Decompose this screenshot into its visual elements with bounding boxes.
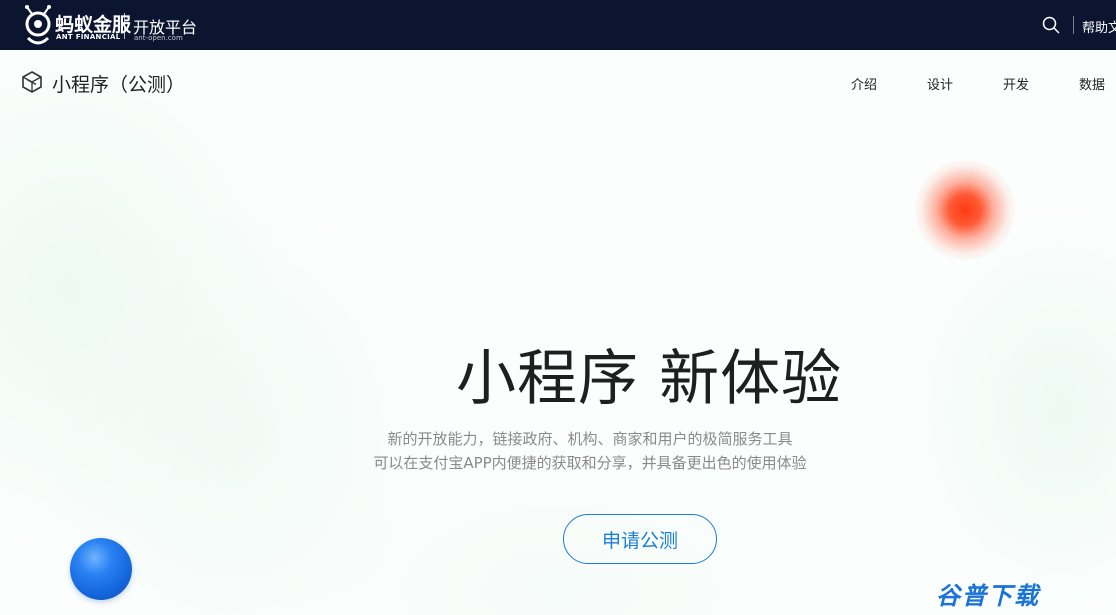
- ant-logo-icon[interactable]: [18, 4, 58, 48]
- hero-title: 小程序 新体验: [456, 344, 843, 414]
- top-navigation-bar: 蚂蚁金服 ANT FINANCIAL 开放平台 ant-open.com 帮助文: [0, 0, 1116, 50]
- logo-divider: [124, 13, 125, 39]
- apply-beta-button[interactable]: 申请公测: [563, 514, 717, 564]
- watermark-text: 谷普下载: [936, 582, 1040, 610]
- topbar-separator: [1073, 16, 1074, 34]
- nav-item-design[interactable]: 设计: [927, 74, 953, 93]
- platform-url: ant-open.com: [134, 34, 183, 42]
- nav-item-data[interactable]: 数据: [1079, 74, 1105, 93]
- hero-section: 小程序（公测） 介绍 设计 开发 数据 小程序 新体验 新的开放能力，链接政府、…: [0, 50, 1116, 615]
- nav-item-intro[interactable]: 介绍: [851, 74, 877, 93]
- help-link[interactable]: 帮助文: [1082, 17, 1116, 36]
- decorative-blue-orb: [70, 538, 132, 600]
- search-icon[interactable]: [1042, 16, 1060, 34]
- brand-name-en: ANT FINANCIAL: [56, 33, 121, 41]
- product-title[interactable]: 小程序（公测）: [52, 70, 185, 97]
- hero-description-line-1: 新的开放能力，链接政府、机构、商家和用户的极简服务工具: [387, 430, 793, 448]
- cube-outline-icon: [22, 71, 42, 93]
- nav-item-develop[interactable]: 开发: [1003, 74, 1029, 93]
- decorative-red-orb: [915, 160, 1015, 260]
- hero-description-line-2: 可以在支付宝APP内便捷的获取和分享，并具备更出色的使用体验: [373, 454, 807, 472]
